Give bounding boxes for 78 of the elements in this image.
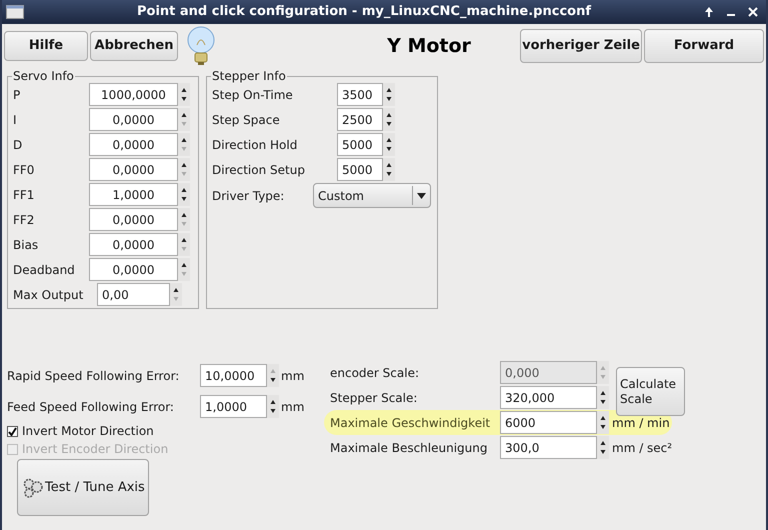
spin-arrows[interactable] [178,108,190,131]
close-icon[interactable] [748,6,758,18]
number-field[interactable]: 0,0000 [89,133,178,156]
driver-type-dropdown[interactable]: Custom [313,183,431,208]
number-field[interactable]: 320,000 [500,386,597,409]
nav-button[interactable]: Forward [644,29,764,63]
spin-arrows[interactable] [178,133,190,156]
spin-arrows[interactable] [267,364,279,387]
field-label: Max Output [13,286,84,304]
number-field[interactable]: 2500 [337,108,383,131]
window-icon [6,5,24,19]
dropdown-caret-icon [417,192,426,198]
window-title: Point and click configuration - my_LinuxCNC_machine.pncconf [136,3,592,22]
up-arrow-icon[interactable] [704,6,714,18]
field-label: Step On-Time [212,86,294,104]
spin-arrows[interactable] [170,283,182,306]
number-field[interactable]: 300,0 [500,436,597,459]
field-label: P [13,86,22,104]
checkbox-label: Invert Motor Direction [22,423,154,440]
spin-arrows[interactable] [267,395,279,418]
nav-button[interactable]: vorheriger Zeile [520,29,642,63]
number-field[interactable]: 5000 [337,158,383,181]
spin-arrows[interactable] [178,183,190,206]
number-field[interactable]: 0,0000 [89,158,178,181]
unit-label: mm / min [612,414,670,432]
field-label: Bias [13,236,40,254]
spin-arrows[interactable] [178,208,190,231]
number-field[interactable]: 0,0000 [89,233,178,256]
unit-label: mm [281,398,304,416]
field-label: I [13,112,18,128]
field-label: encoder Scale: [329,364,420,382]
spin-arrows[interactable] [597,386,609,409]
gears-icon [22,476,44,498]
spin-arrows[interactable] [178,233,190,256]
spin-arrows[interactable] [383,108,395,131]
field-label: Direction Setup [212,162,306,178]
spin-arrows[interactable] [383,83,395,106]
spin-arrows[interactable] [383,133,395,156]
number-field[interactable]: 10,0000 [200,364,267,387]
unit-label: mm / sec² [612,440,672,456]
calculate-scale-button[interactable]: Calculate Scale [616,367,685,416]
field-label: Maximale Geschwindigkeit [329,414,492,432]
spin-arrows[interactable] [178,83,190,106]
field-label: Direction Hold [212,136,298,154]
number-field[interactable]: 5000 [337,133,383,156]
field-label: Maximale Beschleunigung [329,440,488,456]
toolbar-button[interactable]: Hilfe [4,31,88,61]
checkbox-label: Invert Encoder Direction [22,441,168,458]
spin-arrows[interactable] [597,411,609,434]
checkbox[interactable] [7,426,18,436]
spin-arrows[interactable] [178,258,190,281]
number-field[interactable]: 1,0000 [200,395,267,418]
number-field[interactable]: 0,0000 [89,208,178,231]
field-label: Step Space [212,112,281,128]
number-field[interactable]: 3500 [337,83,383,106]
number-field[interactable]: 1,0000 [89,183,178,206]
field-label: D [13,136,24,154]
field-label: Feed Speed Following Error: [7,398,175,416]
number-field[interactable]: 0,0000 [89,258,178,281]
field-label: Stepper Scale: [329,390,418,406]
field-label: Deadband [13,262,76,278]
spin-arrows[interactable] [597,436,609,459]
panel-title: Stepper Info [211,68,287,84]
field-label: FF2 [13,212,36,228]
spin-arrows[interactable] [178,158,190,181]
number-field[interactable]: 6000 [500,411,597,434]
field-label: Driver Type: [212,188,286,204]
unit-label: mm [281,368,304,384]
field-label: Rapid Speed Following Error: [7,368,180,384]
toolbar-button[interactable]: Abbrechen [90,31,178,61]
test-tune-axis-button[interactable]: Test / Tune Axis [17,459,149,516]
page-heading: Y Motor [387,34,471,59]
number-field[interactable]: 0,00 [97,283,170,306]
field-label: FF1 [13,186,36,204]
number-field[interactable]: 1000,0000 [89,83,178,106]
field-label: FF0 [13,162,36,178]
spin-arrows[interactable] [383,158,395,181]
number-field[interactable]: 0,0000 [89,108,178,131]
